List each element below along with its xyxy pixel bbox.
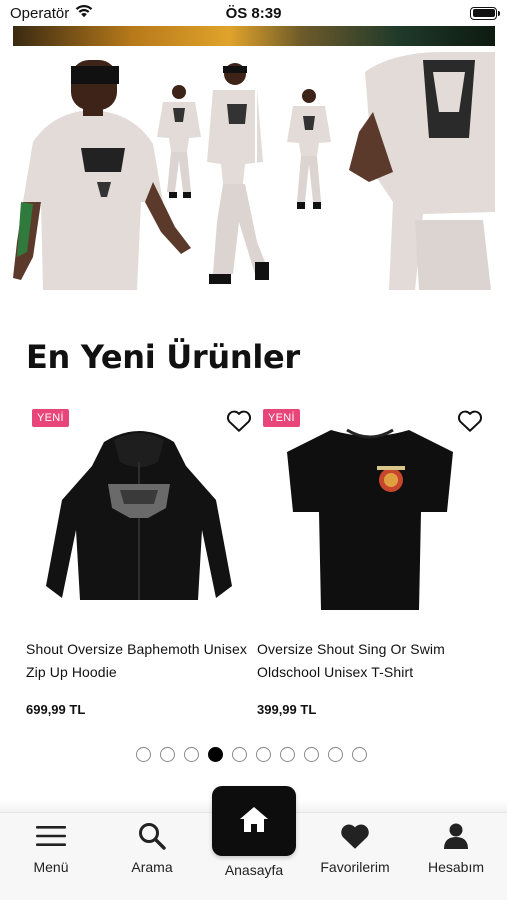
pagination-dot[interactable] xyxy=(352,746,367,762)
tab-account-label: Hesabım xyxy=(427,859,485,875)
product-card[interactable]: YENİ Oversize Shout Sing Or Swim Oldscho… xyxy=(257,400,483,717)
tab-search-label: Arama xyxy=(131,859,173,875)
pagination-dot[interactable] xyxy=(328,746,343,762)
pagination-dot[interactable] xyxy=(160,746,175,762)
pagination-dot[interactable] xyxy=(136,746,151,762)
tab-home[interactable] xyxy=(212,786,296,856)
product-image[interactable]: YENİ xyxy=(26,400,252,618)
product-card[interactable]: YENİ Shout Oversize Baphemoth Unisex Zip… xyxy=(26,400,252,717)
status-bar: Operatör ÖS 8:39 xyxy=(0,0,507,26)
user-icon xyxy=(443,821,469,851)
pagination-dot[interactable] xyxy=(184,746,199,762)
product-price: 399,99 TL xyxy=(257,702,317,717)
tab-search[interactable]: Arama xyxy=(102,813,202,889)
hero-banner-image[interactable] xyxy=(13,52,495,290)
tab-menu-label: Menü xyxy=(33,859,69,875)
hamburger-menu-icon xyxy=(36,821,66,851)
pagination-dot-active[interactable] xyxy=(208,746,223,762)
wifi-icon xyxy=(75,4,93,22)
new-badge: YENİ xyxy=(32,409,69,427)
favorite-button[interactable] xyxy=(226,408,252,434)
tab-menu[interactable]: Menü xyxy=(1,813,101,889)
product-image[interactable]: YENİ xyxy=(257,400,483,618)
status-left: Operatör xyxy=(10,4,93,22)
product-name[interactable]: Shout Oversize Baphemoth Unisex Zip Up H… xyxy=(26,638,252,684)
top-banner-image[interactable] xyxy=(13,26,495,46)
pagination-dot[interactable] xyxy=(304,746,319,762)
tab-favorites-label: Favorilerim xyxy=(320,859,390,875)
pagination-dot[interactable] xyxy=(232,746,247,762)
favorite-button[interactable] xyxy=(457,408,483,434)
heart-filled-icon xyxy=(339,821,371,851)
home-icon xyxy=(238,805,270,838)
pagination-dots xyxy=(0,746,507,762)
heart-outline-icon xyxy=(226,410,252,432)
battery-icon xyxy=(470,6,500,20)
product-carousel[interactable]: YENİ Shout Oversize Baphemoth Unisex Zip… xyxy=(0,400,507,730)
new-badge: YENİ xyxy=(263,409,300,427)
tab-favorites[interactable]: Favorilerim xyxy=(305,813,405,889)
status-time: ÖS 8:39 xyxy=(225,4,282,22)
product-price: 699,99 TL xyxy=(26,702,86,717)
pagination-dot[interactable] xyxy=(280,746,295,762)
tab-account[interactable]: Hesabım xyxy=(406,813,506,889)
heart-outline-icon xyxy=(457,410,483,432)
tab-home-label: Anasayfa xyxy=(224,862,284,878)
section-title: En Yeni Ürünler xyxy=(26,338,300,376)
carrier-label: Operatör xyxy=(10,4,70,22)
search-icon xyxy=(138,821,166,851)
pagination-dot[interactable] xyxy=(256,746,271,762)
product-name[interactable]: Oversize Shout Sing Or Swim Oldschool Un… xyxy=(257,638,483,684)
